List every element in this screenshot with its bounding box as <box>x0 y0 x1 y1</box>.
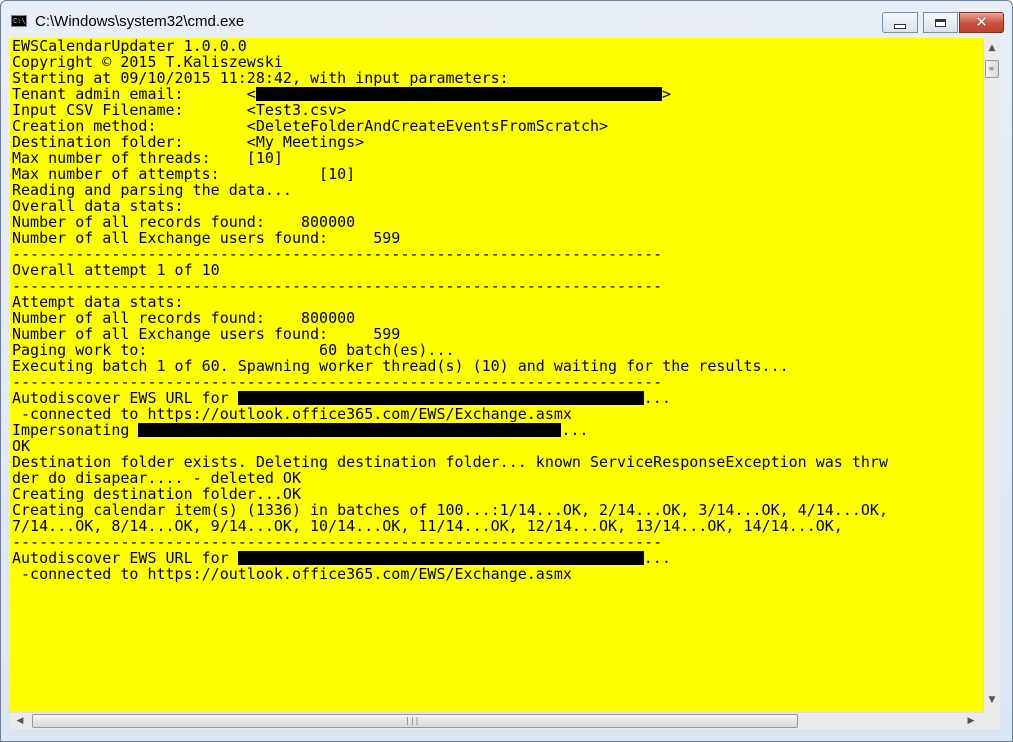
minimize-button[interactable] <box>882 12 918 33</box>
console-line: Number of all Exchange users found: 599 <box>12 229 401 247</box>
console-line: der do disapear.... - deleted OK <box>12 469 301 487</box>
console-line: ----------------------------------------… <box>12 533 663 551</box>
scroll-down-button[interactable]: ▼ <box>984 692 1000 708</box>
console-line: OK <box>12 437 31 455</box>
console-line: Copyright © 2015 T.Kaliszewski <box>12 53 283 71</box>
console-line: Max number of attempts: [10] <box>12 165 356 183</box>
console-line: Destination folder exists. Deleting dest… <box>12 453 888 471</box>
redacted-block <box>237 391 644 405</box>
console-text: ... <box>643 389 671 407</box>
close-icon: ✕ <box>975 13 988 31</box>
scroll-right-arrow-icon: ▶ <box>967 715 975 726</box>
grip-icon: ≡ <box>989 64 994 73</box>
console-line: ----------------------------------------… <box>12 373 663 391</box>
redacted-block <box>138 423 562 437</box>
console-line: Number of all records found: 800000 <box>12 309 356 327</box>
title-bar[interactable]: C:\ C:\Windows\system32\cmd.exe ✕ <box>1 1 1012 39</box>
console-line: Number of all Exchange users found: 599 <box>12 325 401 343</box>
console-line: Autodiscover EWS URL for ... <box>10 390 983 406</box>
console-line: Tenant admin email: < > <box>10 86 983 102</box>
maximize-icon <box>935 18 946 27</box>
window-title: C:\Windows\system32\cmd.exe <box>35 13 245 30</box>
console-line: EWSCalendarUpdater 1.0.0.0 <box>12 38 247 55</box>
close-button[interactable]: ✕ <box>959 12 1004 33</box>
console-window: C:\ C:\Windows\system32\cmd.exe ✕ EWSCal… <box>0 0 1013 742</box>
console-line: Executing batch 1 of 60. Spawning worker… <box>12 357 789 375</box>
console-line: Overall attempt 1 of 10 <box>12 261 220 279</box>
vertical-scroll-thumb[interactable]: ≡ <box>985 60 999 78</box>
scroll-left-arrow-icon: ◀ <box>16 715 24 726</box>
cmd-app-icon[interactable]: C:\ <box>11 15 27 27</box>
redacted-block <box>237 551 644 565</box>
horizontal-scrollbar[interactable]: ◀ ||| ▶ <box>10 712 983 729</box>
grip-icon: ||| <box>405 716 420 725</box>
console-line: Impersonating ... <box>10 422 983 438</box>
console-output[interactable]: EWSCalendarUpdater 1.0.0.0 Copyright © 2… <box>10 38 983 712</box>
console-line: Starting at 09/10/2015 11:28:42, with in… <box>12 69 509 87</box>
console-text: > <box>661 85 671 103</box>
console-line: Creating destination folder...OK <box>12 485 301 503</box>
console-text: Impersonating <box>12 421 139 439</box>
scroll-right-button[interactable]: ▶ <box>963 713 979 729</box>
console-line: 7/14...OK, 8/14...OK, 9/14...OK, 10/14..… <box>12 517 843 535</box>
console-line: Autodiscover EWS URL for ... <box>10 550 983 566</box>
maximize-button[interactable] <box>923 12 958 33</box>
console-line: Reading and parsing the data... <box>12 181 292 199</box>
scroll-up-arrow-icon: ▲ <box>988 42 996 53</box>
vertical-scrollbar[interactable]: ▲ ≡ ▼ <box>983 38 1000 712</box>
console-line: -connected to https://outlook.office365.… <box>12 405 572 423</box>
minimize-icon <box>894 23 906 29</box>
console-line: Max number of threads: [10] <box>12 149 283 167</box>
console-line: ----------------------------------------… <box>12 277 663 295</box>
console-text: ... <box>643 549 671 567</box>
console-line: Creation method: <DeleteFolderAndCreateE… <box>12 117 609 135</box>
horizontal-scroll-thumb[interactable]: ||| <box>32 714 798 728</box>
console-line: Creating calendar item(s) (1336) in batc… <box>12 501 888 519</box>
console-line: ----------------------------------------… <box>12 245 663 263</box>
console-line: Destination folder: <My Meetings> <box>12 133 365 151</box>
console-line: Paging work to: 60 batch(es)... <box>12 341 455 359</box>
scrollbar-corner <box>983 712 1000 729</box>
scroll-up-button[interactable]: ▲ <box>984 40 1000 56</box>
console-line: Overall data stats: <box>12 197 184 215</box>
console-line: -connected to https://outlook.office365.… <box>12 565 572 583</box>
redacted-block <box>255 87 662 101</box>
console-text: ... <box>561 421 589 439</box>
cmd-app-icon-text: C:\ <box>13 17 26 25</box>
console-line: Attempt data stats: <box>12 293 184 311</box>
scroll-down-arrow-icon: ▼ <box>988 694 996 705</box>
console-line: Number of all records found: 800000 <box>12 213 356 231</box>
console-line: Input CSV Filename: <Test3.csv> <box>12 101 347 119</box>
scroll-left-button[interactable]: ◀ <box>12 713 28 729</box>
